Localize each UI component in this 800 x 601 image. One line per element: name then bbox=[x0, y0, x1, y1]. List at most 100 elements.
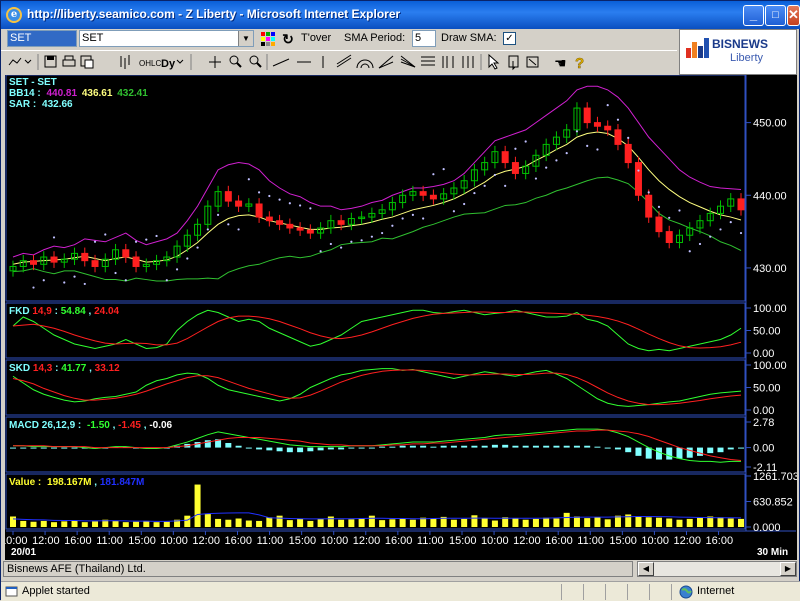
volume-bar[interactable] bbox=[584, 518, 591, 527]
volume-bar[interactable] bbox=[604, 519, 611, 527]
move-icon[interactable] bbox=[508, 55, 519, 71]
chart-area[interactable]: 450.00 440.00 430.00 100.00 50.00 0.00 100.00 5… bbox=[5, 75, 797, 560]
volume-bar[interactable] bbox=[317, 518, 324, 527]
trendline-icon[interactable] bbox=[272, 58, 290, 67]
time-zones-icon[interactable] bbox=[442, 56, 454, 68]
volume-bar[interactable] bbox=[297, 518, 304, 527]
scroll-left-icon[interactable]: ◀ bbox=[638, 562, 654, 576]
volume-bar[interactable] bbox=[563, 512, 570, 527]
zoom-in-icon[interactable] bbox=[229, 55, 242, 68]
volume-bar[interactable] bbox=[481, 518, 488, 527]
hand-pan-icon[interactable]: ☚ bbox=[554, 55, 567, 71]
volume-bar[interactable] bbox=[491, 520, 498, 527]
chevron-down-icon[interactable] bbox=[176, 59, 184, 64]
candle[interactable] bbox=[286, 223, 294, 229]
select-arrow-icon[interactable] bbox=[488, 53, 500, 70]
help-icon[interactable]: ? bbox=[575, 55, 585, 73]
volume-bar[interactable] bbox=[635, 516, 642, 527]
candle[interactable] bbox=[429, 194, 437, 200]
candle[interactable] bbox=[50, 256, 58, 263]
candle[interactable] bbox=[614, 129, 622, 145]
close-button[interactable]: ✕ bbox=[787, 5, 800, 26]
candle[interactable] bbox=[306, 229, 314, 234]
volume-bar[interactable] bbox=[71, 520, 78, 527]
candle[interactable] bbox=[511, 162, 519, 174]
volume-bar[interactable] bbox=[133, 521, 140, 527]
volume-bar[interactable] bbox=[61, 521, 68, 527]
candle[interactable] bbox=[645, 194, 653, 218]
candle[interactable] bbox=[122, 249, 130, 258]
volume-bar[interactable] bbox=[266, 517, 273, 527]
candle[interactable] bbox=[501, 151, 509, 164]
chevron-down-icon[interactable]: ▼ bbox=[238, 31, 253, 46]
volume-bar[interactable] bbox=[471, 515, 478, 527]
sma-period-input[interactable]: 5 bbox=[412, 30, 436, 47]
maximize-button[interactable]: □ bbox=[765, 5, 786, 26]
volume-bar[interactable] bbox=[461, 518, 468, 527]
volume-bar[interactable] bbox=[245, 520, 252, 527]
minimize-button[interactable]: _ bbox=[743, 5, 764, 26]
volume-bar[interactable] bbox=[543, 517, 550, 527]
symbol-select[interactable]: SET ▼ bbox=[79, 30, 254, 47]
color-grid-icon[interactable] bbox=[260, 31, 276, 47]
volume-bar[interactable] bbox=[184, 515, 191, 527]
volume-bar[interactable] bbox=[594, 517, 601, 527]
volume-bar[interactable] bbox=[153, 522, 160, 527]
candle[interactable] bbox=[91, 260, 99, 267]
volume-bar[interactable] bbox=[20, 520, 27, 527]
cycle-lines-icon[interactable] bbox=[462, 56, 474, 68]
volume-bar[interactable] bbox=[686, 518, 693, 527]
zoom-out-icon[interactable] bbox=[249, 55, 262, 68]
volume-bar[interactable] bbox=[163, 521, 170, 527]
candle[interactable] bbox=[665, 231, 673, 244]
candle[interactable] bbox=[132, 256, 140, 267]
volume-bar[interactable] bbox=[409, 519, 416, 527]
candle[interactable] bbox=[634, 162, 642, 196]
volume-bar[interactable] bbox=[512, 518, 519, 527]
print-icon[interactable] bbox=[62, 55, 76, 67]
volume-bar[interactable] bbox=[235, 518, 242, 527]
candle[interactable] bbox=[296, 227, 304, 231]
volume-bar[interactable] bbox=[358, 518, 365, 527]
candle[interactable] bbox=[276, 220, 284, 225]
candle[interactable] bbox=[265, 216, 273, 222]
volume-bar[interactable] bbox=[368, 515, 375, 527]
volume-bar[interactable] bbox=[204, 514, 211, 527]
volume-bar[interactable] bbox=[338, 519, 345, 527]
volume-bar[interactable] bbox=[553, 518, 560, 527]
volume-bar[interactable] bbox=[81, 522, 88, 527]
tover-label[interactable]: T'over bbox=[301, 32, 331, 44]
volume-bar[interactable] bbox=[430, 518, 437, 527]
candle[interactable] bbox=[255, 203, 263, 218]
refresh-icon[interactable]: ↻ bbox=[280, 31, 296, 47]
delete-icon[interactable] bbox=[526, 56, 539, 68]
volume-bar[interactable] bbox=[573, 516, 580, 527]
ohlc-label[interactable]: OHLC bbox=[139, 59, 161, 68]
scroll-right-icon[interactable]: ▶ bbox=[780, 562, 796, 576]
volume-bar[interactable] bbox=[112, 520, 119, 527]
candle[interactable] bbox=[81, 252, 89, 262]
symbol-input[interactable]: SET bbox=[7, 30, 77, 47]
candle[interactable] bbox=[624, 143, 632, 164]
fibonacci-arc-icon[interactable] bbox=[356, 59, 374, 69]
volume-bar[interactable] bbox=[194, 484, 201, 527]
candle[interactable] bbox=[337, 220, 345, 225]
volume-bar[interactable] bbox=[676, 519, 683, 527]
volume-bar[interactable] bbox=[30, 521, 37, 527]
volume-bar[interactable] bbox=[348, 519, 355, 527]
volume-bar[interactable] bbox=[92, 521, 99, 527]
speed-line-icon[interactable] bbox=[378, 55, 394, 69]
volume-bar[interactable] bbox=[666, 518, 673, 527]
volume-bar[interactable] bbox=[655, 517, 662, 527]
fibonacci-retracement-icon[interactable] bbox=[421, 56, 435, 66]
volume-bar[interactable] bbox=[696, 517, 703, 527]
compare-icon[interactable] bbox=[80, 55, 94, 69]
candle[interactable] bbox=[604, 125, 612, 131]
daily-label[interactable]: Dy bbox=[161, 58, 176, 70]
candle[interactable] bbox=[224, 191, 232, 202]
line-chart-type-icon[interactable] bbox=[8, 57, 32, 66]
volume-bar[interactable] bbox=[399, 518, 406, 527]
candle[interactable] bbox=[583, 107, 591, 124]
volume-bar[interactable] bbox=[450, 519, 457, 527]
candle[interactable] bbox=[235, 200, 243, 207]
